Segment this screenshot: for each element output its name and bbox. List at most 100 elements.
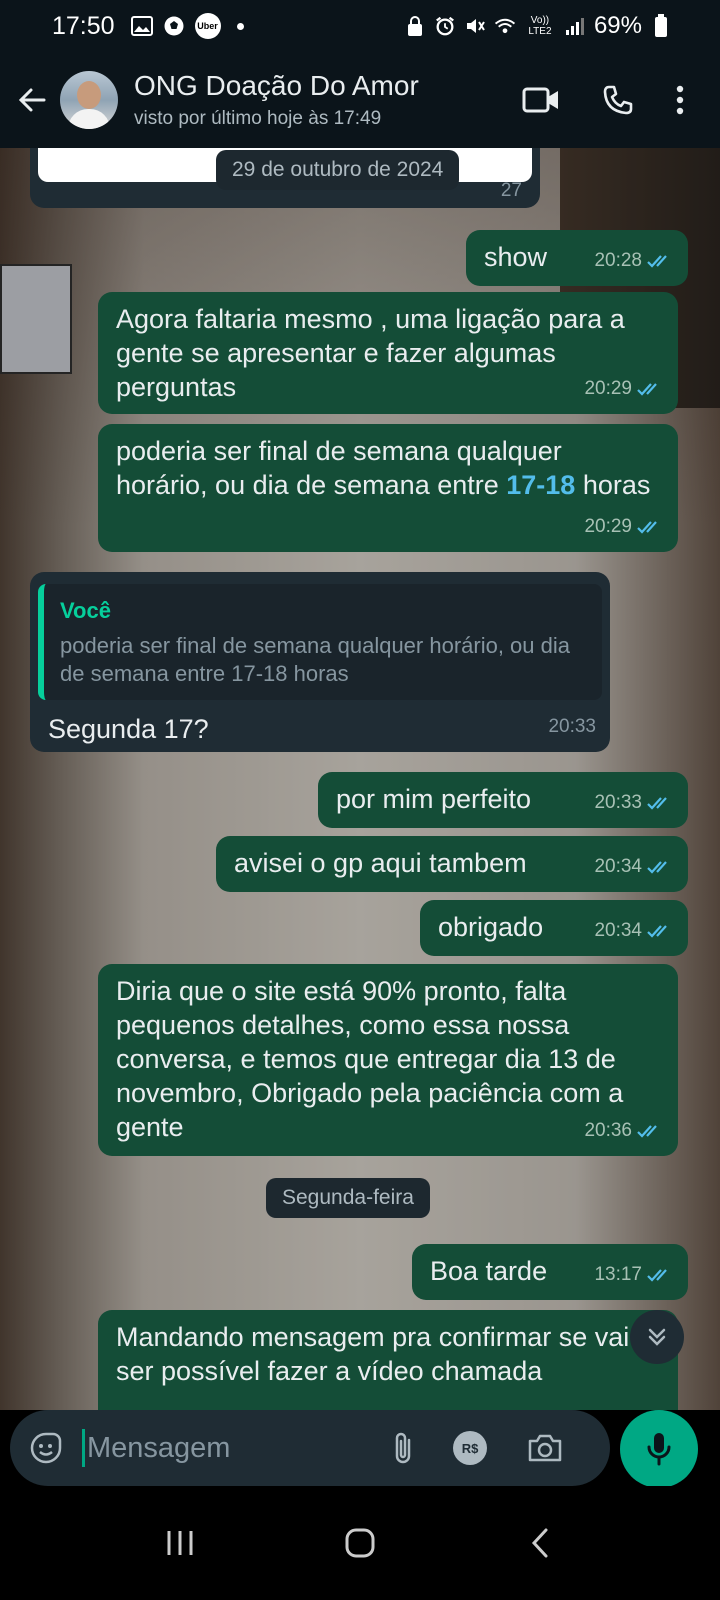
avatar-shirt <box>68 109 110 129</box>
recent-apps-button[interactable] <box>150 1513 210 1573</box>
message-text: Diria que o site está 90% pronto, falta … <box>116 976 624 1142</box>
quoted-message[interactable]: Você poderia ser final de semana qualque… <box>38 584 602 700</box>
date-separator: 29 de outubro de 2024 <box>216 150 460 190</box>
back-nav-button[interactable] <box>510 1513 570 1573</box>
incoming-message[interactable]: Você poderia ser final de semana qualque… <box>30 572 610 752</box>
message-text: Boa tarde <box>430 1256 548 1286</box>
outgoing-message[interactable]: obrigado 20:34 <box>420 900 688 956</box>
recent-apps-icon <box>167 1531 193 1555</box>
message-meta: 20:33 <box>548 710 596 744</box>
attach-button[interactable] <box>391 1430 415 1466</box>
more-vert-icon <box>676 85 684 115</box>
signal-icon <box>564 15 586 37</box>
composer: R$ <box>0 1410 720 1488</box>
home-button[interactable] <box>330 1513 390 1573</box>
message-meta: 20:34 <box>594 850 674 884</box>
scroll-to-bottom-button[interactable] <box>630 1310 684 1364</box>
back-arrow-icon <box>18 88 46 112</box>
scroll-down-icon <box>648 1328 666 1346</box>
mute-icon <box>464 15 486 37</box>
message-time: 20:34 <box>594 856 642 877</box>
phone-icon <box>603 85 633 115</box>
avatar[interactable] <box>60 71 118 129</box>
video-call-icon <box>522 87 558 113</box>
back-button[interactable] <box>6 70 58 130</box>
read-ticks-icon <box>647 797 667 810</box>
contact-info[interactable]: ONG Doação Do Amor visto por último hoje… <box>134 70 419 130</box>
read-ticks-icon <box>647 861 667 874</box>
message-meta: 20:28 <box>594 244 674 278</box>
message-time: 20:29 <box>584 378 632 399</box>
outgoing-message[interactable]: por mim perfeito 20:33 <box>318 772 688 828</box>
outgoing-message[interactable]: Boa tarde 13:17 <box>412 1244 688 1300</box>
message-meta: 20:33 <box>594 786 674 820</box>
chat-header: ONG Doação Do Amor visto por último hoje… <box>0 52 720 148</box>
status-time: 17:50 <box>52 11 115 40</box>
outgoing-message[interactable]: show 20:28 <box>466 230 688 286</box>
alarm-icon <box>434 15 456 37</box>
message-text: poderia ser final de semana qualquer hor… <box>116 436 650 500</box>
outgoing-message[interactable]: Mandando mensagem pra confirmar se vai s… <box>98 1310 678 1410</box>
contact-name: ONG Doação Do Amor <box>134 70 419 101</box>
emoji-button[interactable] <box>28 1430 64 1466</box>
message-time: 27 <box>500 180 522 201</box>
chat-area[interactable]: 27 29 de outubro de 2024 show 20:28 Agor… <box>0 148 720 1410</box>
message-meta: 20:36 <box>584 1114 664 1148</box>
more-options-button[interactable] <box>676 85 684 115</box>
text-cursor <box>82 1429 85 1467</box>
read-ticks-icon <box>637 383 657 396</box>
message-time: 20:33 <box>594 792 642 813</box>
message-time: 20:33 <box>548 716 596 737</box>
mic-icon <box>647 1433 671 1466</box>
video-call-button[interactable] <box>522 86 560 114</box>
read-ticks-icon <box>647 925 667 938</box>
uber-icon: Uber <box>194 13 221 39</box>
quote-author: Você <box>60 598 111 623</box>
message-time: 20:36 <box>584 1120 632 1141</box>
message-text: show <box>484 242 548 272</box>
avatar-face <box>77 81 101 109</box>
attach-icon <box>395 1432 411 1464</box>
highlighted-time-link[interactable]: 17-18 <box>506 470 575 500</box>
network-label: Vo)) LTE2 <box>528 15 552 37</box>
message-text: Agora faltaria mesmo , uma ligação para … <box>116 304 625 402</box>
message-text: avisei o gp aqui tambem <box>234 848 527 878</box>
last-seen: visto por último hoje às 17:49 <box>134 108 382 129</box>
emoji-icon <box>30 1432 62 1464</box>
back-chevron-icon <box>531 1528 548 1558</box>
camera-button[interactable] <box>527 1433 563 1463</box>
wifi-icon <box>494 15 516 37</box>
battery-icon <box>650 14 672 37</box>
read-ticks-icon <box>637 521 657 534</box>
outgoing-message[interactable]: Agora faltaria mesmo , uma ligação para … <box>98 292 678 414</box>
voice-call-button[interactable] <box>602 84 634 116</box>
voice-message-button[interactable] <box>620 1410 698 1488</box>
message-meta: 20:34 <box>594 914 674 948</box>
system-nav-bar <box>0 1486 720 1600</box>
message-time: 20:28 <box>594 250 642 271</box>
outgoing-message[interactable]: avisei o gp aqui tambem 20:34 <box>216 836 688 892</box>
message-time: 20:34 <box>594 920 642 941</box>
read-ticks-icon <box>647 1269 667 1282</box>
outgoing-message[interactable]: Diria que o site está 90% pronto, falta … <box>98 964 678 1156</box>
read-ticks-icon <box>647 255 667 268</box>
read-ticks-icon <box>637 1125 657 1138</box>
soccer-ball-icon <box>163 15 185 37</box>
date-separator: Segunda-feira <box>266 1178 430 1218</box>
battery-percent: 69% <box>593 12 642 39</box>
camera-icon <box>528 1434 562 1462</box>
quote-text: poderia ser final de semana qualquer hor… <box>60 633 570 686</box>
message-text: Mandando mensagem pra confirmar se vai s… <box>116 1322 630 1386</box>
header-actions <box>522 84 684 116</box>
message-time: 20:29 <box>584 516 632 537</box>
message-meta: 20:29 <box>584 510 664 544</box>
outgoing-message[interactable]: poderia ser final de semana qualquer hor… <box>98 424 678 552</box>
message-input[interactable] <box>87 1431 387 1465</box>
message-text-part: horas <box>575 470 651 500</box>
message-text: obrigado <box>438 912 544 942</box>
lock-icon <box>404 15 426 37</box>
message-text-part: poderia ser final de semana qualquer hor… <box>116 436 562 500</box>
status-right: Vo)) LTE2 69% <box>404 12 672 40</box>
status-bar: 17:50 Uber Vo)) LTE2 69% <box>0 0 720 52</box>
payment-button[interactable]: R$ <box>453 1431 487 1465</box>
